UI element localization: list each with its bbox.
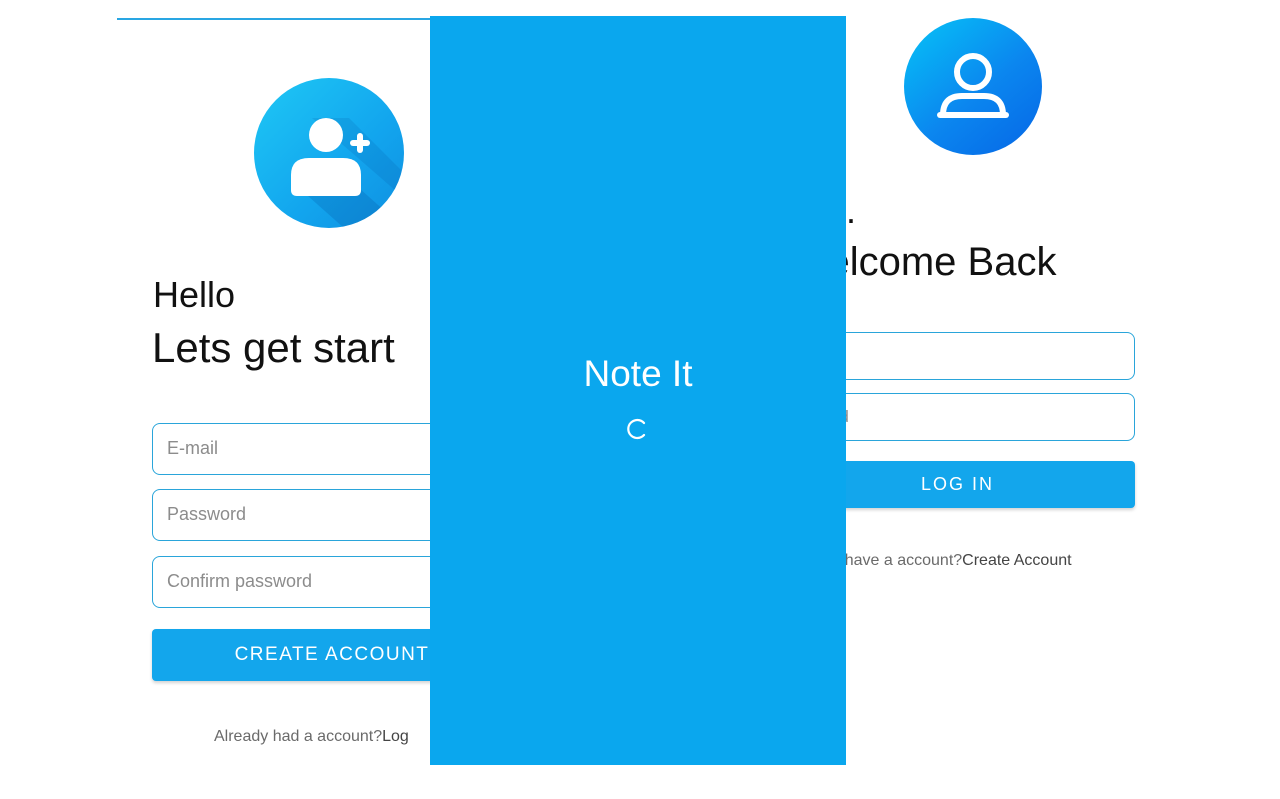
email-field[interactable]: E-mail xyxy=(152,423,472,475)
create-account-link[interactable]: Create Account xyxy=(962,552,1071,569)
splash-screen: Note It xyxy=(430,16,846,765)
password-field[interactable]: Password xyxy=(152,489,472,541)
password-placeholder: Password xyxy=(167,504,247,524)
signup-footer-text: Already had a account? xyxy=(214,728,383,745)
login-screen: i.. Velcome Back mail ssword LOG IN on't… xyxy=(780,18,1160,778)
signup-screen: Hello Lets get start E-mail Password Con… xyxy=(117,18,512,778)
signup-greeting: Hello xyxy=(153,274,236,315)
login-link[interactable]: Log xyxy=(382,728,409,745)
login-footer: on't have a account?Create Account xyxy=(815,552,1072,570)
spinner-icon xyxy=(627,418,646,440)
app-name: Note It xyxy=(583,353,693,394)
add-user-icon xyxy=(254,78,404,228)
confirm-password-field[interactable]: Confirm password xyxy=(152,556,472,608)
confirm-password-placeholder: Confirm password xyxy=(167,571,313,591)
signup-footer: Already had a account?Log xyxy=(214,728,409,746)
user-icon xyxy=(904,18,1042,155)
signup-headline: Lets get start xyxy=(152,324,395,371)
app-stage: Hello Lets get start E-mail Password Con… xyxy=(0,0,1280,799)
top-divider xyxy=(117,18,447,20)
email-placeholder: E-mail xyxy=(167,438,219,458)
